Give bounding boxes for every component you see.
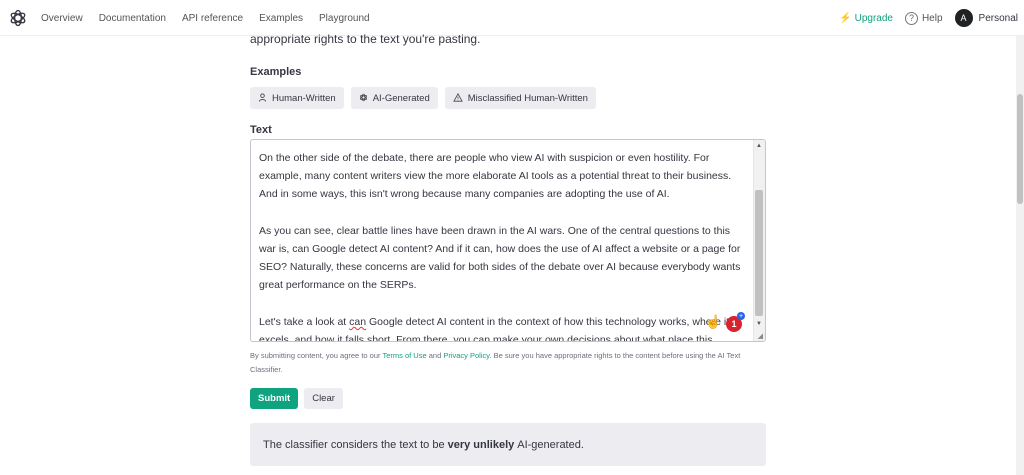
nav-right: ⚡ Upgrade ? Help A Personal bbox=[839, 0, 1018, 36]
intro-text: appropriate rights to the text you're pa… bbox=[250, 32, 481, 46]
nav-examples[interactable]: Examples bbox=[259, 13, 303, 24]
page-scrollbar[interactable] bbox=[1016, 36, 1024, 475]
account-label: Personal bbox=[978, 12, 1018, 24]
text-input[interactable]: On the other side of the debate, there a… bbox=[250, 139, 766, 342]
result-prefix: The classifier considers the text to be bbox=[263, 438, 445, 451]
openai-logo-icon[interactable] bbox=[8, 8, 28, 28]
example-human-written-button[interactable]: Human-Written bbox=[250, 87, 344, 109]
nav-api-reference[interactable]: API reference bbox=[182, 13, 243, 24]
account-menu[interactable]: A Personal bbox=[954, 9, 1018, 27]
misspelled-word[interactable]: can bbox=[349, 316, 366, 328]
openai-icon bbox=[359, 93, 368, 104]
text-paragraph: As you can see, clear battle lines have … bbox=[259, 224, 741, 292]
resize-handle-icon[interactable]: ◢ bbox=[758, 332, 763, 340]
disclaimer-text: and bbox=[426, 351, 444, 360]
result-verdict: very unlikely bbox=[447, 438, 515, 451]
person-icon bbox=[258, 92, 267, 104]
clear-button[interactable]: Clear bbox=[304, 388, 343, 409]
disclaimer-text: By submitting content, you agree to our bbox=[250, 351, 383, 360]
nav-overview[interactable]: Overview bbox=[41, 13, 83, 24]
examples-heading: Examples bbox=[250, 66, 302, 78]
question-circle-icon: ? bbox=[904, 11, 918, 25]
example-misclassified-button[interactable]: Misclassified Human-Written bbox=[444, 87, 596, 109]
help-label: Help bbox=[921, 12, 943, 24]
scroll-up-arrow-icon[interactable]: ▲ bbox=[756, 143, 762, 149]
disclaimer: By submitting content, you agree to our … bbox=[250, 349, 766, 377]
avatar: A bbox=[954, 9, 973, 27]
text-paragraph: On the other side of the debate, there a… bbox=[259, 152, 732, 201]
pointing-hand-icon[interactable]: ☝ bbox=[705, 314, 721, 330]
example-ai-generated-button[interactable]: AI-Generated bbox=[350, 87, 438, 109]
nav-playground[interactable]: Playground bbox=[319, 13, 370, 24]
terms-of-use-link[interactable]: Terms of Use bbox=[382, 351, 426, 360]
result-suffix: AI-generated. bbox=[517, 438, 584, 451]
example-label: Misclassified Human-Written bbox=[467, 92, 588, 104]
text-input-scrollbar-thumb[interactable] bbox=[755, 190, 763, 316]
text-heading: Text bbox=[250, 124, 272, 136]
privacy-policy-link[interactable]: Privacy Policy bbox=[443, 351, 489, 360]
help-link[interactable]: ? Help bbox=[904, 11, 943, 25]
text-paragraph: Let's take a look at can Google detect A… bbox=[259, 313, 749, 341]
action-buttons: Submit Clear bbox=[250, 388, 343, 409]
upgrade-link[interactable]: ⚡ Upgrade bbox=[839, 13, 893, 24]
examples-row: Human-Written AI-Generated Misclassified… bbox=[250, 87, 596, 109]
scroll-down-arrow-icon[interactable]: ▼ bbox=[756, 321, 762, 327]
submit-button[interactable]: Submit bbox=[250, 388, 299, 409]
example-label: Human-Written bbox=[272, 92, 336, 104]
top-nav: Overview Documentation API reference Exa… bbox=[0, 0, 1024, 36]
warning-icon bbox=[452, 92, 463, 104]
upgrade-label: Upgrade bbox=[854, 12, 893, 24]
plus-icon[interactable]: + bbox=[737, 312, 745, 320]
classifier-result: The classifier considers the text to be … bbox=[250, 423, 766, 466]
text-input-content[interactable]: On the other side of the debate, there a… bbox=[259, 149, 749, 341]
example-label: AI-Generated bbox=[372, 92, 430, 104]
text-input-scrollbar[interactable]: ▲ ▼ bbox=[753, 140, 765, 341]
nav-documentation[interactable]: Documentation bbox=[99, 13, 166, 24]
nav-links: Overview Documentation API reference Exa… bbox=[41, 0, 386, 36]
bolt-icon: ⚡ bbox=[839, 12, 852, 24]
page-scrollbar-thumb[interactable] bbox=[1017, 94, 1023, 204]
text-fragment: Let's take a look at bbox=[259, 315, 350, 328]
